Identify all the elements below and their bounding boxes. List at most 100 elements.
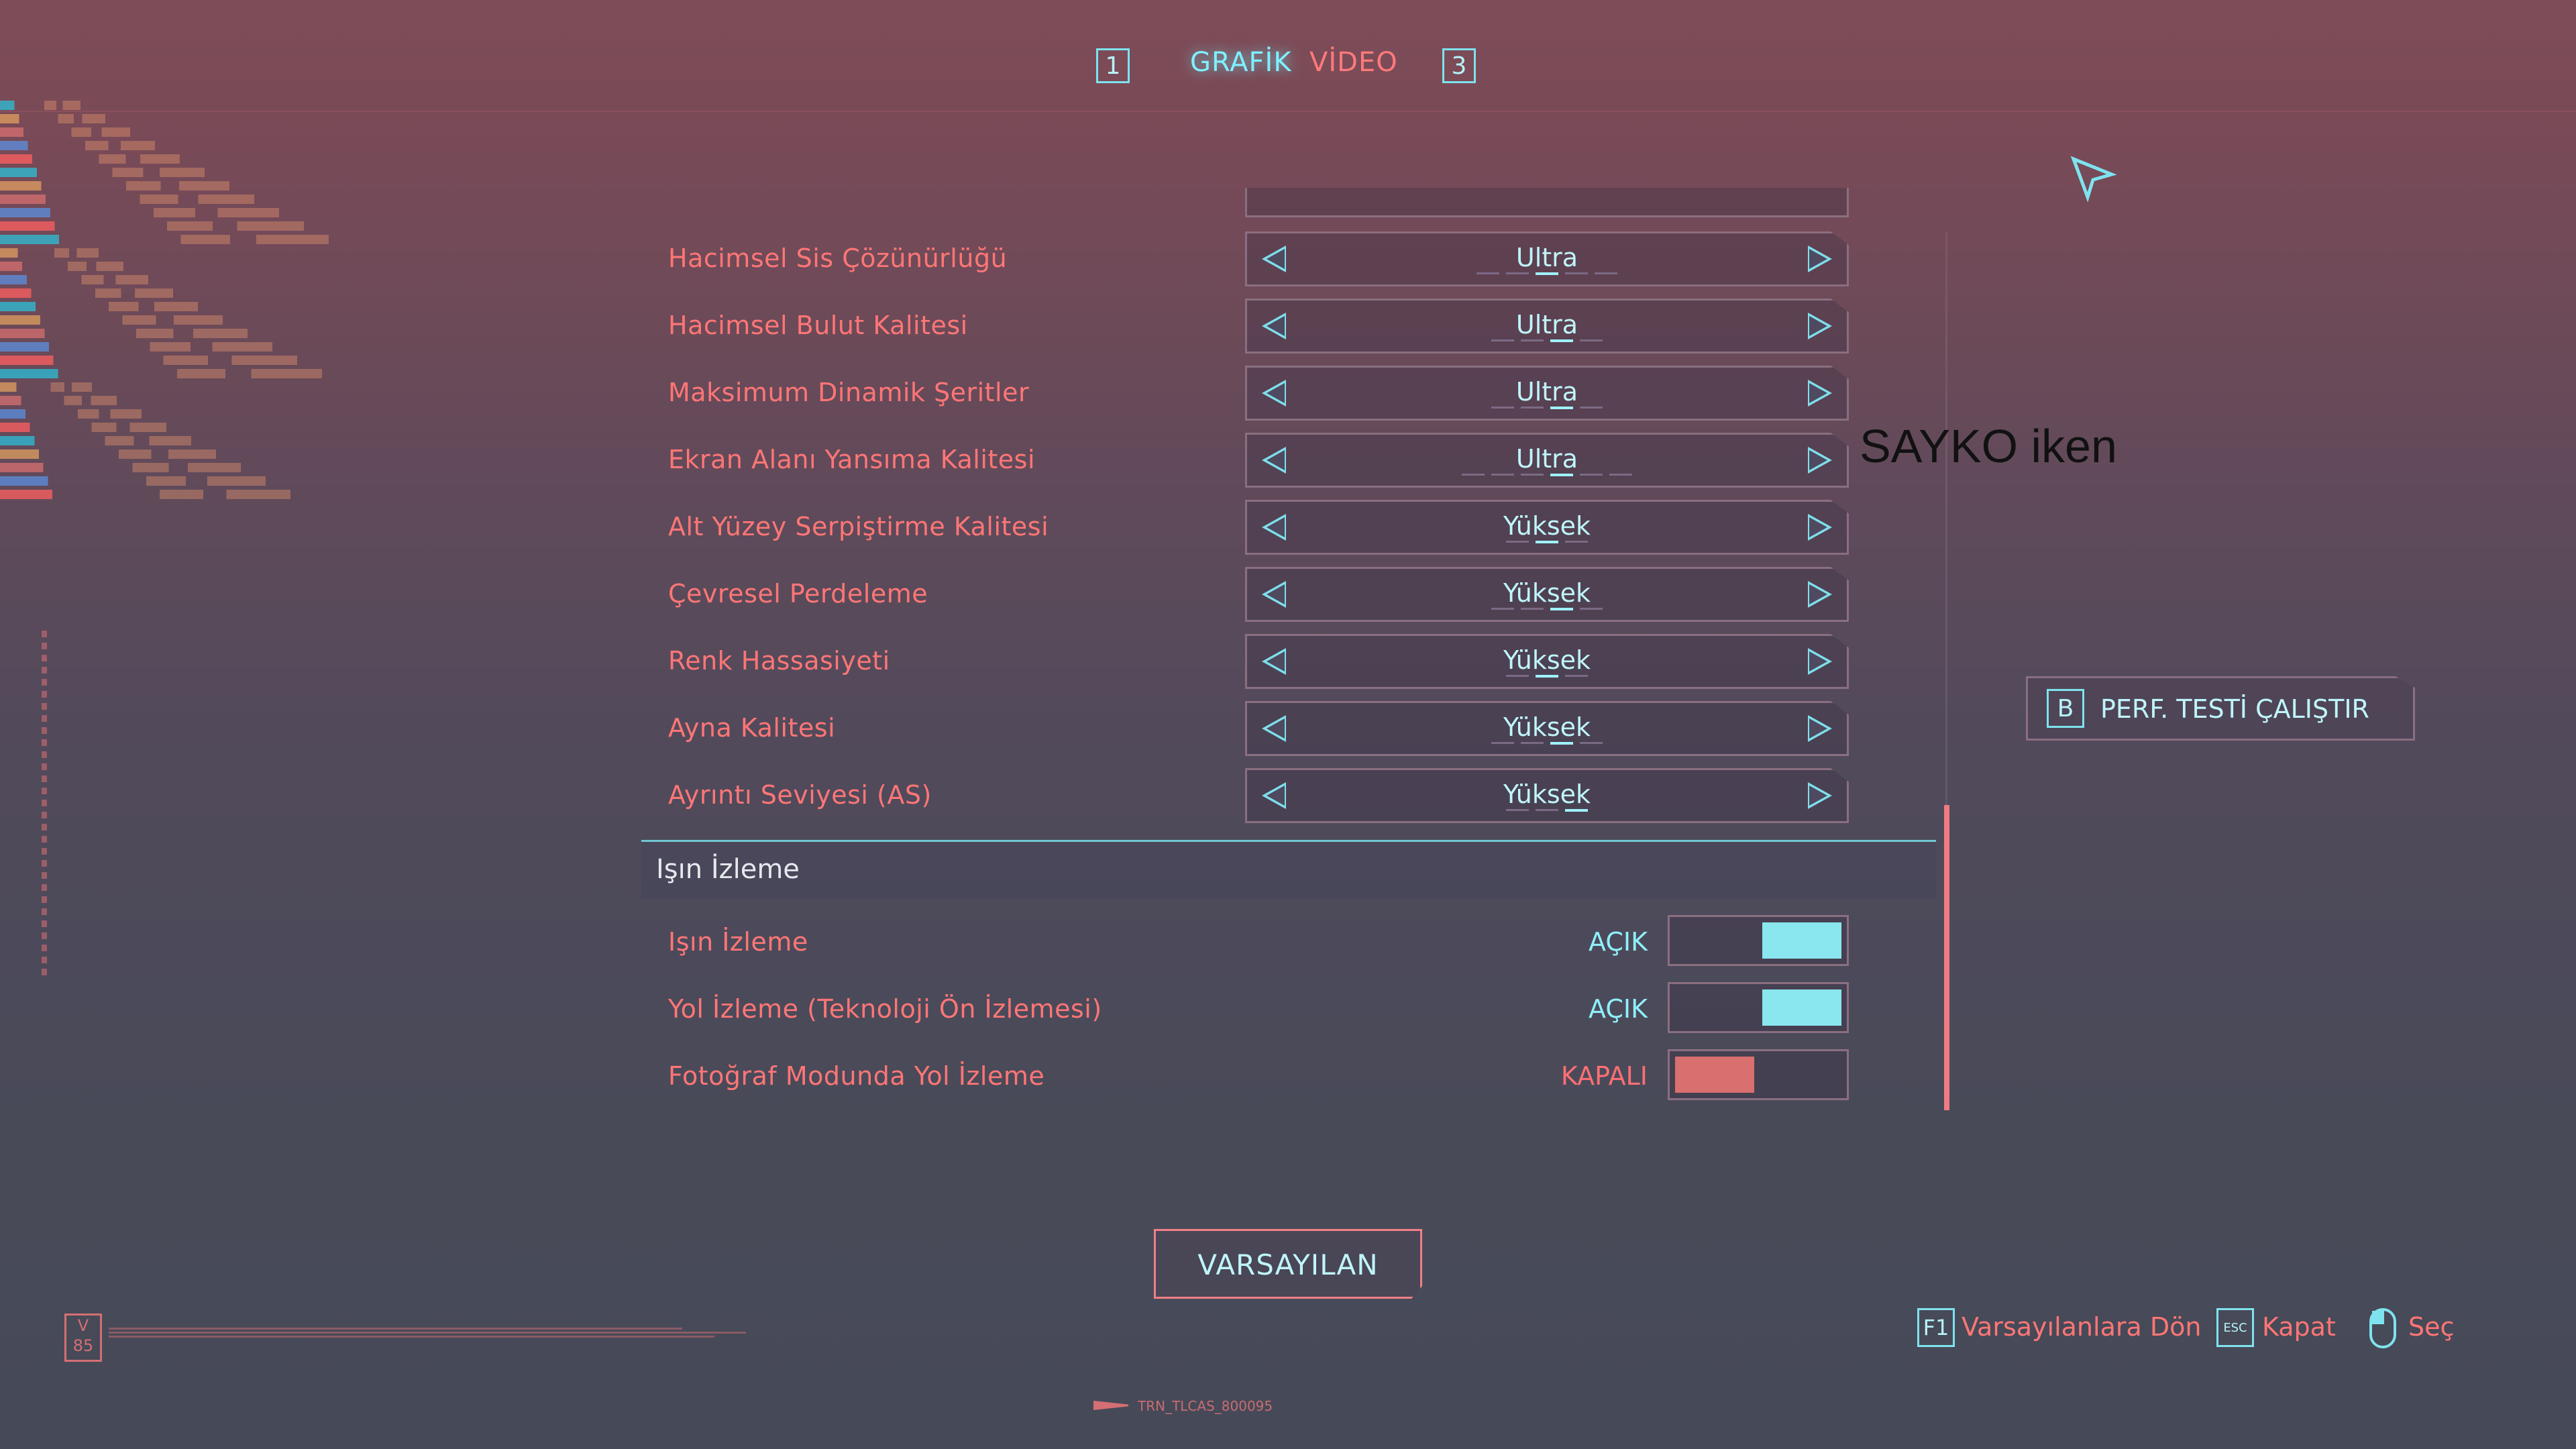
overlay-line <box>0 221 304 231</box>
tab-key-1[interactable]: 1 <box>1096 48 1130 83</box>
overlay-line <box>0 396 117 405</box>
level-dot <box>1609 474 1632 476</box>
level-dot <box>1565 541 1588 543</box>
hint-select[interactable]: Seç <box>2408 1312 2454 1342</box>
setting-selector[interactable]: Yüksek <box>1245 500 1849 555</box>
version-badge: V 85 <box>64 1313 102 1362</box>
level-dot <box>1462 474 1485 476</box>
chevron-right-icon[interactable] <box>1808 581 1832 608</box>
setting-value: Yüksek <box>1503 578 1591 608</box>
setting-selector[interactable]: Ultra <box>1245 231 1849 286</box>
hint-close[interactable]: Kapat <box>2262 1312 2336 1342</box>
setting-label: Çevresel Perdeleme <box>668 579 928 608</box>
level-dot <box>1565 675 1588 677</box>
hint-reset-defaults[interactable]: Varsayılanlara Dön <box>1962 1312 2201 1342</box>
toggle-switch[interactable] <box>1668 982 1849 1033</box>
setting-label: Ayna Kalitesi <box>668 713 836 743</box>
toggle-switch[interactable] <box>1668 915 1849 966</box>
level-dot <box>1550 339 1573 342</box>
setting-label: Hacimsel Sis Çözünürlüğü <box>668 244 1008 273</box>
overlay-line <box>0 476 266 486</box>
run-benchmark-button[interactable]: B PERF. TESTİ ÇALIŞTIR <box>2026 676 2415 741</box>
toggle-label: Fotoğraf Modunda Yol İzleme <box>668 1061 1045 1091</box>
level-dot <box>1550 474 1573 476</box>
defaults-button[interactable]: VARSAYILAN <box>1154 1229 1422 1299</box>
overlay-line <box>0 356 297 365</box>
tab-key-3[interactable]: 3 <box>1442 48 1476 83</box>
level-dot <box>1536 675 1558 678</box>
setting-selector[interactable]: Ultra <box>1245 299 1849 354</box>
chevron-right-icon[interactable] <box>1808 514 1832 541</box>
level-dot <box>1491 742 1514 744</box>
toggle-switch[interactable] <box>1668 1049 1849 1100</box>
level-dot <box>1550 407 1573 409</box>
level-dot <box>1580 339 1603 341</box>
level-dot <box>1491 339 1514 341</box>
chevron-right-icon[interactable] <box>1808 380 1832 407</box>
toggle-knob <box>1762 922 1841 959</box>
level-dot <box>1580 742 1603 744</box>
level-dot <box>1550 742 1573 745</box>
setting-level-dots <box>1247 474 1847 476</box>
setting-level-dots <box>1247 742 1847 745</box>
mouse-icon <box>2369 1308 2396 1348</box>
hint-key-esc[interactable]: ESC <box>2216 1308 2254 1347</box>
legal-fineprint <box>109 1326 746 1352</box>
overlay-line <box>0 288 173 298</box>
setting-label: Renk Hassasiyeti <box>668 646 890 676</box>
setting-selector[interactable]: Ultra <box>1245 433 1849 488</box>
overlay-line <box>0 423 166 432</box>
setting-level-dots <box>1247 809 1847 812</box>
chevron-right-icon[interactable] <box>1808 246 1832 272</box>
scrollbar-thumb[interactable] <box>1944 805 1949 1110</box>
level-dot <box>1580 608 1603 610</box>
overlay-line <box>0 409 142 419</box>
level-dot <box>1506 809 1529 811</box>
overlay-line <box>0 449 216 459</box>
setting-selector[interactable]: Yüksek <box>1245 768 1849 823</box>
setting-label: Ayrıntı Seviyesi (AS) <box>668 780 932 810</box>
overlay-line <box>0 382 92 392</box>
overlay-line <box>0 262 123 271</box>
overlay-line <box>0 154 180 164</box>
level-dot <box>1521 608 1544 610</box>
setting-selector[interactable]: Yüksek <box>1245 701 1849 756</box>
level-dot <box>1580 407 1603 409</box>
chevron-right-icon[interactable] <box>1808 782 1832 809</box>
chevron-right-icon[interactable] <box>1808 447 1832 474</box>
overlay-line <box>0 181 229 191</box>
level-dot <box>1491 407 1514 409</box>
overlay-line <box>0 463 241 472</box>
perf-label: PERF. TESTİ ÇALIŞTIR <box>2100 694 2369 724</box>
chevron-right-icon[interactable] <box>1808 648 1832 675</box>
setting-label: Hacimsel Bulut Kalitesi <box>668 311 968 340</box>
perf-key-b: B <box>2047 689 2084 728</box>
level-dot <box>1565 272 1588 274</box>
selector-partial <box>1245 188 1849 217</box>
chevron-right-icon[interactable] <box>1808 715 1832 742</box>
footer-pointer <box>1093 1401 1128 1410</box>
level-dot <box>1521 742 1544 744</box>
chevron-right-icon[interactable] <box>1808 313 1832 339</box>
footer-code: TRN_TLCAS_800095 <box>1138 1398 1273 1414</box>
setting-level-dots <box>1247 407 1847 409</box>
overlay-line <box>0 490 290 499</box>
setting-level-dots <box>1247 608 1847 610</box>
tab-video[interactable]: VİDEO <box>1309 47 1398 78</box>
setting-selector[interactable]: Yüksek <box>1245 634 1849 689</box>
setting-label: Ekran Alanı Yansıma Kalitesi <box>668 445 1036 474</box>
hint-key-f1[interactable]: F1 <box>1917 1308 1955 1347</box>
tab-graphics[interactable]: GRAFİK <box>1190 47 1292 78</box>
level-dot <box>1506 675 1529 677</box>
level-dot <box>1477 272 1499 274</box>
level-dot <box>1550 608 1573 610</box>
level-dot <box>1536 272 1558 275</box>
overlay-line <box>0 329 248 338</box>
setting-value: Ultra <box>1515 310 1578 339</box>
setting-value: Yüksek <box>1503 511 1591 541</box>
level-dot <box>1536 809 1558 811</box>
setting-label: Alt Yüzey Serpiştirme Kalitesi <box>668 512 1049 541</box>
level-dot <box>1521 339 1544 341</box>
setting-selector[interactable]: Yüksek <box>1245 567 1849 622</box>
setting-selector[interactable]: Ultra <box>1245 366 1849 421</box>
